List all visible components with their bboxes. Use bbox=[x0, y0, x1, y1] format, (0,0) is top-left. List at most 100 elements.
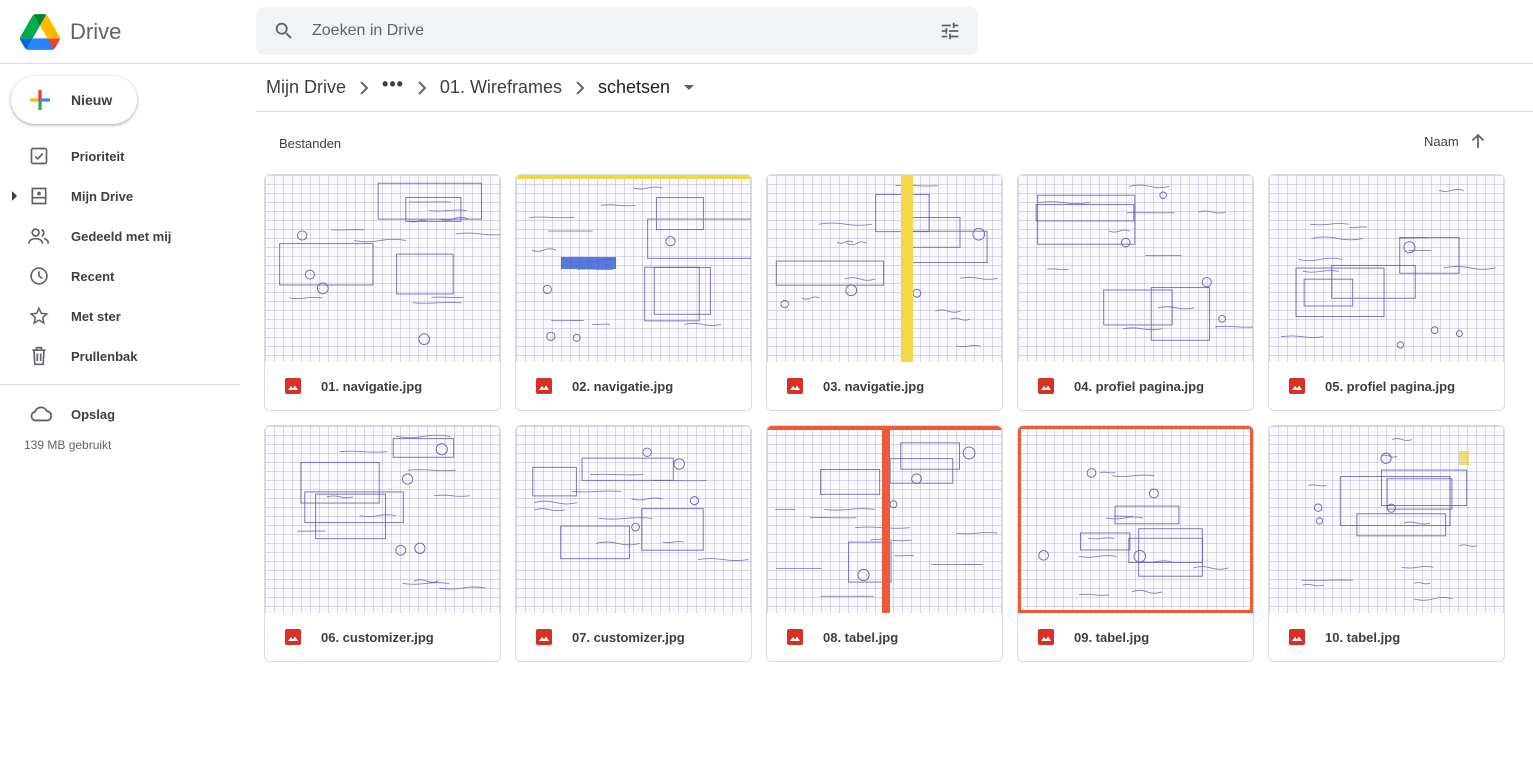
file-card-footer: 06. customizer.jpg bbox=[265, 613, 500, 661]
arrow-up-icon bbox=[1471, 133, 1484, 148]
app-title: Drive bbox=[70, 19, 122, 44]
file-card[interactable]: 07. customizer.jpg bbox=[515, 425, 752, 662]
image-file-icon bbox=[285, 629, 301, 645]
file-thumbnail bbox=[1269, 426, 1504, 613]
breadcrumb: Mijn Drive ••• 01. Wireframes schetsen bbox=[256, 64, 1533, 112]
top-bar: Drive bbox=[0, 0, 1533, 64]
expand-caret-icon[interactable] bbox=[12, 191, 17, 201]
file-card-footer: 07. customizer.jpg bbox=[516, 613, 751, 661]
sidebar-item-starred[interactable]: Met ster bbox=[0, 296, 256, 336]
sidebar-item-shared[interactable]: Gedeeld met mij bbox=[0, 216, 256, 256]
plus-icon bbox=[30, 90, 50, 110]
sidebar-item-my-drive[interactable]: Mijn Drive bbox=[0, 176, 256, 216]
sidebar-item-label: Gedeeld met mij bbox=[71, 228, 172, 244]
breadcrumb-folder[interactable]: 01. Wireframes bbox=[440, 77, 562, 98]
chevron-right-icon bbox=[562, 78, 598, 98]
star-icon bbox=[28, 305, 50, 327]
image-file-icon bbox=[536, 378, 552, 394]
priority-icon bbox=[28, 145, 50, 167]
file-name: 01. navigatie.jpg bbox=[321, 378, 423, 394]
search-icon[interactable] bbox=[256, 7, 312, 55]
file-name: 04. profiel pagina.jpg bbox=[1074, 378, 1205, 394]
file-card-footer: 04. profiel pagina.jpg bbox=[1018, 362, 1253, 410]
file-card[interactable]: 01. navigatie.jpg bbox=[264, 174, 501, 411]
search-bar bbox=[256, 7, 978, 55]
file-card-footer: 09. tabel.jpg bbox=[1018, 613, 1253, 661]
file-thumbnail bbox=[265, 175, 500, 362]
sidebar-item-label: Recent bbox=[71, 268, 115, 284]
shared-icon bbox=[28, 225, 50, 247]
file-thumbnail bbox=[767, 175, 1002, 362]
chevron-right-icon bbox=[346, 78, 382, 98]
drive-logo-icon bbox=[20, 14, 60, 50]
file-name: 10. tabel.jpg bbox=[1325, 629, 1401, 645]
file-card-footer: 03. navigatie.jpg bbox=[767, 362, 1002, 410]
sidebar-item-label: Mijn Drive bbox=[71, 188, 134, 204]
breadcrumb-more-button[interactable]: ••• bbox=[382, 75, 404, 97]
chevron-down-icon[interactable] bbox=[684, 85, 694, 90]
search-input[interactable] bbox=[312, 22, 922, 40]
file-thumbnail bbox=[516, 175, 751, 362]
sidebar-item-priority[interactable]: Prioriteit bbox=[0, 136, 256, 176]
image-file-icon bbox=[1289, 378, 1305, 394]
file-thumbnail bbox=[767, 426, 1002, 613]
file-card-footer: 08. tabel.jpg bbox=[767, 613, 1002, 661]
sidebar-item-label: Met ster bbox=[71, 308, 121, 324]
files-section-label: Bestanden bbox=[279, 136, 342, 151]
file-name: 09. tabel.jpg bbox=[1074, 629, 1150, 645]
sort-label: Naam bbox=[1424, 133, 1459, 149]
new-button-label: Nieuw bbox=[71, 92, 113, 108]
drive-logo[interactable]: Drive bbox=[20, 12, 121, 52]
file-name: 07. customizer.jpg bbox=[572, 629, 685, 645]
file-card-footer: 01. navigatie.jpg bbox=[265, 362, 500, 410]
file-name: 08. tabel.jpg bbox=[823, 629, 899, 645]
file-name: 02. navigatie.jpg bbox=[572, 378, 674, 394]
storage-usage-text: 139 MB gebruikt bbox=[24, 438, 112, 452]
file-thumbnail bbox=[265, 426, 500, 613]
storage-label: Opslag bbox=[71, 406, 116, 422]
breadcrumb-current[interactable]: schetsen bbox=[598, 77, 670, 98]
file-name: 03. navigatie.jpg bbox=[823, 378, 925, 394]
file-card[interactable]: 04. profiel pagina.jpg bbox=[1017, 174, 1254, 411]
search-options-icon[interactable] bbox=[922, 7, 978, 55]
file-thumbnail bbox=[1269, 175, 1504, 362]
sidebar-item-label: Prullenbak bbox=[71, 348, 138, 364]
sidebar-item-label: Prioriteit bbox=[71, 148, 125, 164]
clock-icon bbox=[28, 265, 50, 287]
sidebar: Nieuw Prioriteit Mijn Drive Gedeeld met … bbox=[0, 64, 256, 767]
breadcrumb-root[interactable]: Mijn Drive bbox=[266, 77, 346, 98]
file-card[interactable]: 05. profiel pagina.jpg bbox=[1268, 174, 1505, 411]
chevron-right-icon bbox=[404, 78, 440, 98]
file-card[interactable]: 10. tabel.jpg bbox=[1268, 425, 1505, 662]
my-drive-icon bbox=[28, 185, 50, 207]
image-file-icon bbox=[787, 629, 803, 645]
trash-icon bbox=[28, 345, 50, 367]
image-file-icon bbox=[1038, 629, 1054, 645]
sidebar-item-storage[interactable]: Opslag bbox=[0, 394, 256, 434]
file-thumbnail bbox=[1018, 426, 1253, 613]
image-file-icon bbox=[536, 629, 552, 645]
file-thumbnail bbox=[516, 426, 751, 613]
image-file-icon bbox=[787, 378, 803, 394]
sidebar-divider bbox=[0, 384, 240, 385]
file-name: 06. customizer.jpg bbox=[321, 629, 434, 645]
file-card-footer: 02. navigatie.jpg bbox=[516, 362, 751, 410]
file-card[interactable]: 08. tabel.jpg bbox=[766, 425, 1003, 662]
file-card[interactable]: 06. customizer.jpg bbox=[264, 425, 501, 662]
file-card[interactable]: 03. navigatie.jpg bbox=[766, 174, 1003, 411]
sort-button[interactable]: Naam bbox=[1424, 133, 1485, 149]
file-card-footer: 05. profiel pagina.jpg bbox=[1269, 362, 1504, 410]
new-button[interactable]: Nieuw bbox=[11, 76, 137, 124]
file-card-footer: 10. tabel.jpg bbox=[1269, 613, 1504, 661]
file-card[interactable]: 09. tabel.jpg bbox=[1017, 425, 1254, 662]
image-file-icon bbox=[285, 378, 301, 394]
cloud-icon bbox=[28, 403, 52, 425]
file-thumbnail bbox=[1018, 175, 1253, 362]
sidebar-nav: Prioriteit Mijn Drive Gedeeld met mij Re… bbox=[0, 136, 256, 376]
sidebar-item-trash[interactable]: Prullenbak bbox=[0, 336, 256, 376]
file-card[interactable]: 02. navigatie.jpg bbox=[515, 174, 752, 411]
file-name: 05. profiel pagina.jpg bbox=[1325, 378, 1456, 394]
image-file-icon bbox=[1289, 629, 1305, 645]
image-file-icon bbox=[1038, 378, 1054, 394]
sidebar-item-recent[interactable]: Recent bbox=[0, 256, 256, 296]
